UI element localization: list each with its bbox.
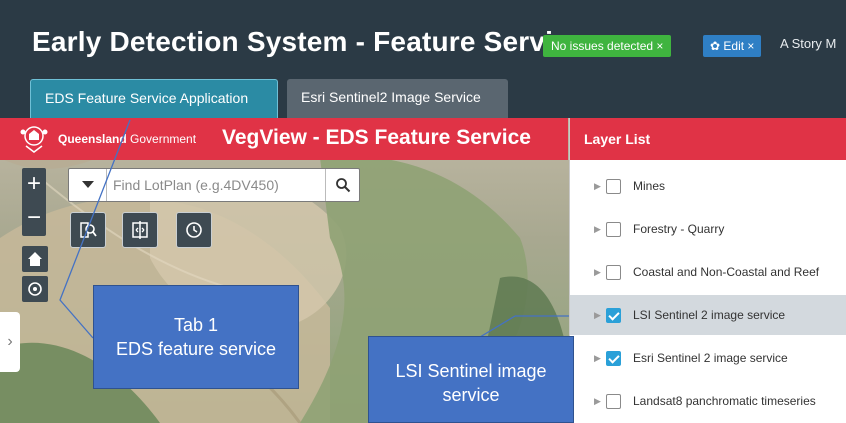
layer-list-title: Layer List: [570, 118, 846, 160]
callout-lsi-line2: service: [442, 385, 500, 405]
tab-eds-feature-service[interactable]: EDS Feature Service Application: [30, 79, 278, 118]
caret-down-icon: [81, 181, 94, 188]
expand-caret-icon[interactable]: ▶: [594, 353, 604, 364]
layer-checkbox[interactable]: [606, 350, 621, 366]
layer-label: Esri Sentinel 2 image service: [633, 351, 788, 365]
layer-item-esri-sentinel2[interactable]: ▶ Esri Sentinel 2 image service: [570, 338, 846, 378]
locate-button[interactable]: [22, 276, 48, 302]
expand-caret-icon[interactable]: ▶: [594, 310, 604, 321]
layer-label: Mines: [633, 179, 666, 193]
layer-item-coastal[interactable]: ▶ Coastal and Non-Coastal and Reef: [570, 252, 846, 292]
zoom-out-button[interactable]: −: [22, 202, 46, 236]
layer-checkbox[interactable]: [606, 178, 621, 194]
tab-esri-sentinel2[interactable]: Esri Sentinel2 Image Service: [287, 79, 508, 118]
story-link[interactable]: A Story M: [780, 36, 846, 51]
lotplan-search: [68, 168, 360, 202]
layer-checkbox[interactable]: [606, 264, 621, 280]
locate-icon: [28, 282, 42, 296]
org-name-rest: Government: [130, 132, 197, 146]
expand-caret-icon[interactable]: ▶: [594, 224, 604, 235]
callout-tab1-line2: EDS feature service: [115, 339, 277, 359]
swipe-tool-button[interactable]: [122, 212, 158, 248]
layer-item-lsi-sentinel2[interactable]: ▶ LSI Sentinel 2 image service: [570, 295, 846, 335]
zoom-control: + −: [22, 168, 46, 236]
history-clock-icon: [186, 222, 202, 238]
layer-list-panel: Layer List ▶ Mines ▶ Forestry - Quarry ▶…: [569, 118, 846, 423]
edit-button[interactable]: ✿ Edit ×: [703, 35, 762, 57]
layer-label: Landsat8 panchromatic timeseries: [633, 394, 816, 408]
expand-caret-icon[interactable]: ▶: [594, 396, 604, 407]
callout-tab1-line1: Tab 1: [173, 315, 219, 335]
expand-caret-icon[interactable]: ▶: [594, 267, 604, 278]
search-input[interactable]: [113, 170, 325, 200]
identify-tool-button[interactable]: [70, 212, 106, 248]
layer-item-forestry-quarry[interactable]: ▶ Forestry - Quarry: [570, 209, 846, 249]
status-badge[interactable]: No issues detected ×: [543, 35, 672, 57]
page-title: Early Detection System - Feature Service: [32, 26, 585, 57]
search-source-dropdown[interactable]: [69, 169, 107, 201]
expand-panel-handle[interactable]: ›: [0, 312, 20, 372]
government-label: Queensland Government: [58, 132, 196, 146]
layer-checkbox[interactable]: [606, 221, 621, 237]
layer-label: Forestry - Quarry: [633, 222, 725, 236]
swipe-compare-icon: [132, 221, 148, 239]
search-button[interactable]: [325, 169, 359, 201]
layer-item-mines[interactable]: ▶ Mines: [570, 166, 846, 206]
app-title: VegView - EDS Feature Service: [222, 126, 531, 149]
time-slider-button[interactable]: [176, 212, 212, 248]
identify-search-icon: [80, 222, 97, 238]
expand-caret-icon[interactable]: ▶: [594, 181, 604, 192]
home-button[interactable]: [22, 246, 48, 272]
zoom-in-button[interactable]: +: [22, 168, 46, 202]
layer-checkbox[interactable]: [606, 307, 621, 323]
org-name-bold: Queensland: [58, 132, 127, 146]
queensland-crest-icon: [20, 126, 48, 153]
home-icon: [28, 252, 42, 266]
layer-label: LSI Sentinel 2 image service: [633, 308, 786, 322]
layer-item-landsat8[interactable]: ▶ Landsat8 panchromatic timeseries: [570, 381, 846, 421]
callout-lsi-sentinel: LSI Sentinel image service: [368, 336, 574, 423]
search-icon: [335, 178, 350, 193]
callout-lsi-line1: LSI Sentinel image: [395, 361, 547, 381]
layer-label: Coastal and Non-Coastal and Reef: [633, 265, 820, 279]
layer-checkbox[interactable]: [606, 393, 621, 409]
callout-tab1: Tab 1 EDS feature service: [93, 285, 299, 389]
